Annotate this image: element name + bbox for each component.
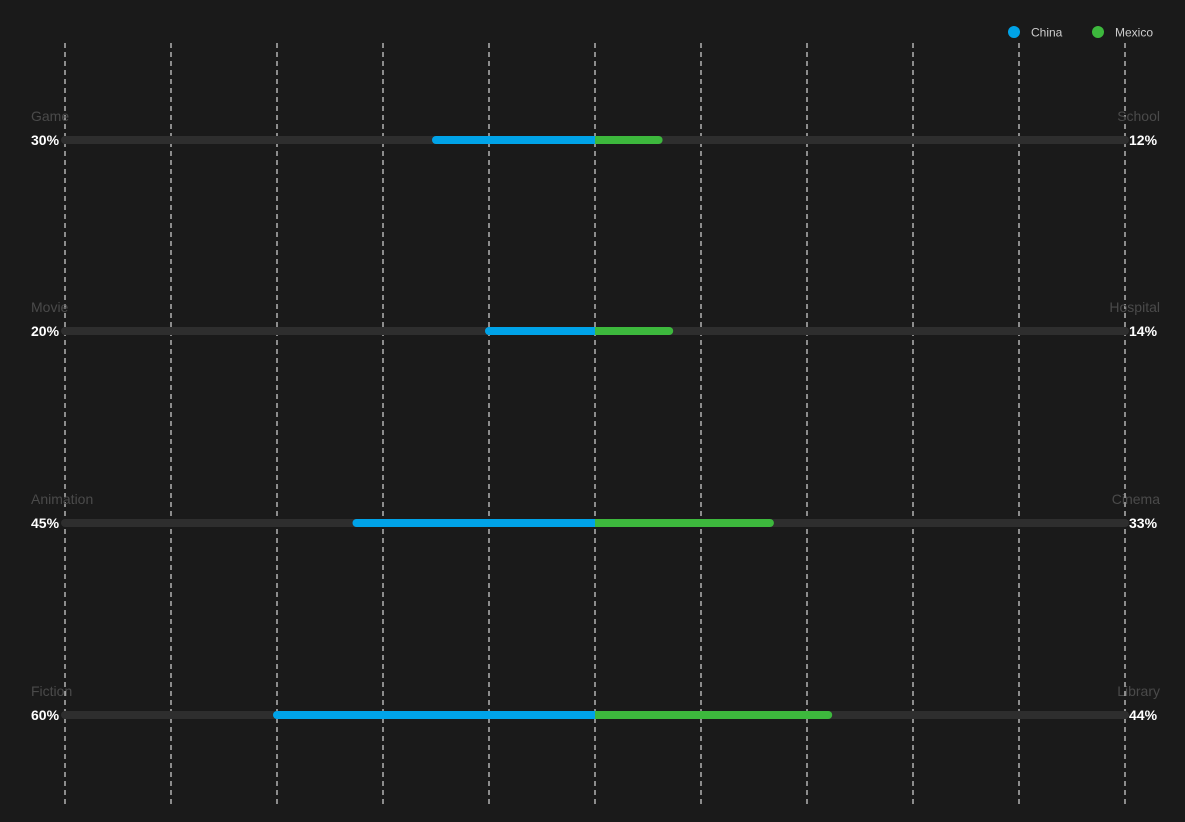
bar-china-seam — [591, 327, 595, 335]
category-label-right: Library — [1117, 683, 1160, 699]
category-label-right: Hospital — [1109, 299, 1160, 315]
category-label-left: Movie — [31, 299, 69, 315]
legend-swatch-mexico — [1092, 26, 1104, 38]
value-label-right: 44% — [1129, 707, 1158, 723]
value-label-right: 14% — [1129, 323, 1158, 339]
bar-china-seam — [591, 711, 595, 719]
legend-label-mexico: Mexico — [1115, 26, 1153, 40]
value-label-left: 20% — [31, 323, 60, 339]
legend-label-china: China — [1031, 26, 1063, 40]
value-label-left: 45% — [31, 515, 60, 531]
bar-china-seam — [591, 136, 595, 144]
bar-china-seam — [591, 519, 595, 527]
category-label-right: Cinema — [1112, 491, 1160, 507]
value-label-right: 33% — [1129, 515, 1158, 531]
legend-item-china[interactable]: China — [1008, 26, 1063, 40]
category-label-left: Fiction — [31, 683, 72, 699]
value-label-left: 30% — [31, 132, 60, 148]
category-label-left: Animation — [31, 491, 93, 507]
category-label-left: Game — [31, 108, 69, 124]
category-label-right: School — [1117, 108, 1160, 124]
bar-mexico-seam — [595, 136, 599, 144]
bar-row: Animation Cinema 45% 33% — [31, 491, 1160, 531]
legend: China Mexico — [1008, 26, 1153, 40]
bar-mexico-seam — [595, 711, 599, 719]
grid-lines — [64, 43, 1126, 808]
legend-item-mexico[interactable]: Mexico — [1092, 26, 1153, 40]
diverging-bar-chart: Game School 30% 12% Movie Hospital 20% 14% Anima… — [31, 26, 1160, 808]
bar-mexico-seam — [595, 327, 599, 335]
value-label-right: 12% — [1129, 132, 1158, 148]
bar-mexico-seam — [595, 519, 599, 527]
value-label-left: 60% — [31, 707, 60, 723]
bar-rows: Game School 30% 12% Movie Hospital 20% 14% Anima… — [31, 108, 1160, 723]
legend-swatch-china — [1008, 26, 1020, 38]
